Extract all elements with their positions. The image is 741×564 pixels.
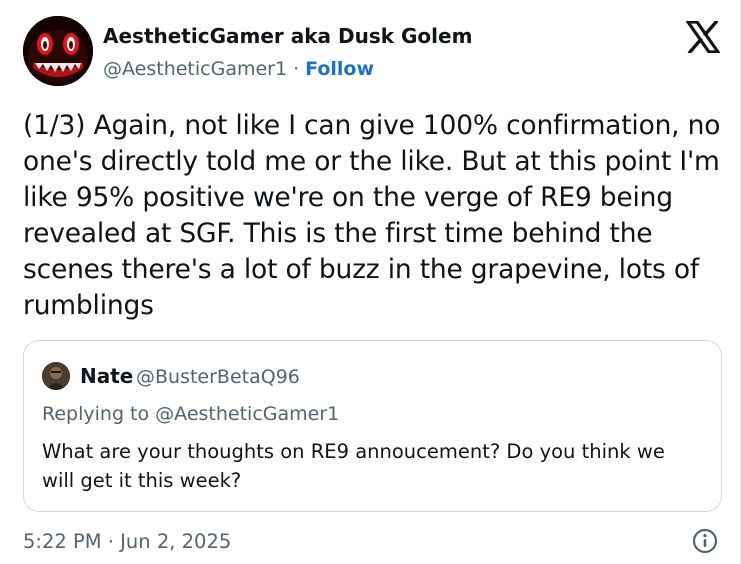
follow-button[interactable]: Follow (305, 58, 374, 80)
handle-row: @AestheticGamer1 · Follow (103, 58, 374, 80)
quoted-tweet[interactable]: Nate @BusterBetaQ96 Replying to @Aesthet… (23, 340, 722, 512)
info-icon[interactable] (692, 528, 718, 554)
x-logo-icon[interactable] (686, 21, 720, 53)
quoted-author-name[interactable]: Nate (80, 364, 133, 388)
tweet-embed-card: AestheticGamer aka Dusk Golem @Aesthetic… (0, 0, 741, 564)
quoted-author-avatar[interactable] (42, 362, 70, 390)
quoted-author-handle[interactable]: @BusterBetaQ96 (136, 366, 300, 388)
replying-to-label: Replying to @AestheticGamer1 (42, 403, 340, 425)
author-avatar[interactable] (23, 16, 93, 86)
separator-dot: · (293, 58, 300, 80)
tweet-text: (1/3) Again, not like I can give 100% co… (23, 110, 721, 321)
dusk-golem-face-icon (23, 16, 93, 86)
author-handle[interactable]: @AestheticGamer1 (103, 58, 287, 80)
tweet-timestamp[interactable]: 5:22 PM · Jun 2, 2025 (23, 530, 231, 553)
author-name[interactable]: AestheticGamer aka Dusk Golem (103, 24, 472, 48)
quoted-tweet-text: What are your thoughts on RE9 annoucemen… (42, 440, 665, 492)
nate-avatar-icon (42, 362, 70, 390)
